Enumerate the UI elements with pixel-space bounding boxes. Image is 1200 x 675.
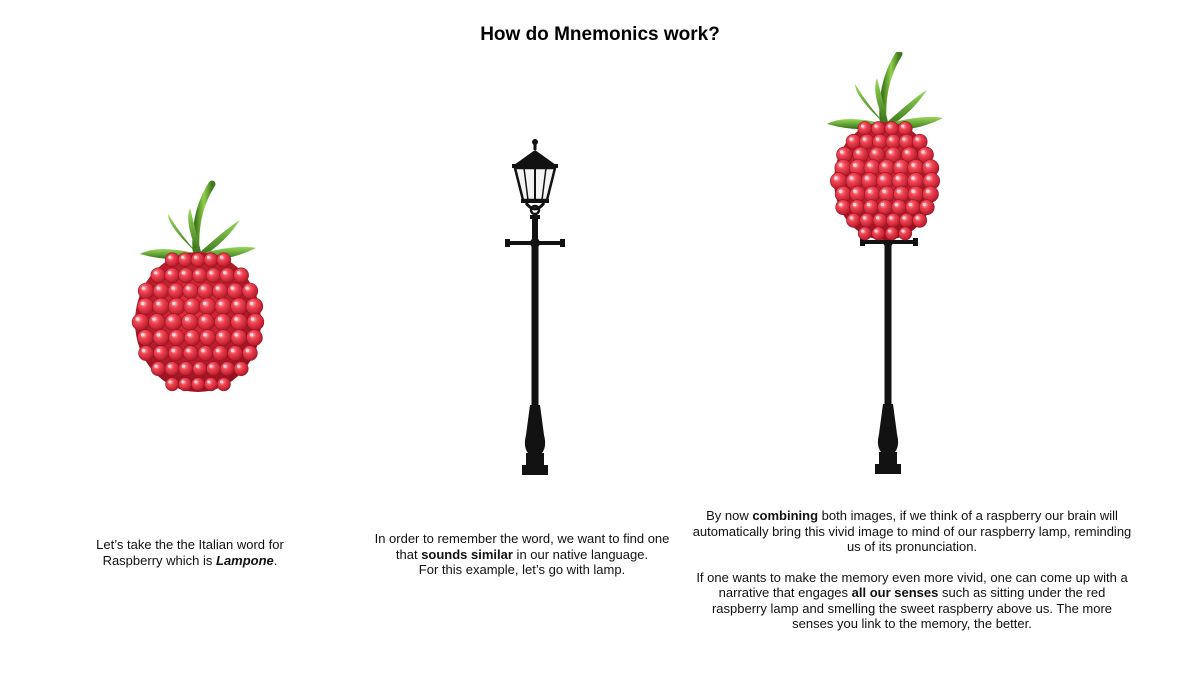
raspberry-icon — [130, 180, 270, 400]
emphasis-text: all our senses — [851, 585, 939, 600]
lamp-caption: In order to remember the word, we want t… — [362, 531, 682, 578]
slide-title: How do Mnemonics work? — [480, 24, 720, 45]
combined-paragraph-1: By now combining both images, if we thin… — [692, 508, 1132, 555]
caption-text: By now — [706, 508, 753, 523]
emphasis-text: sounds similar — [421, 546, 513, 562]
italian-word: Lampone — [216, 552, 274, 568]
caption-text: in our native language. — [512, 546, 649, 562]
combined-paragraph-2: If one wants to make the memory even mor… — [692, 570, 1132, 632]
caption-text: For this example, let’s go with lamp. — [418, 562, 626, 577]
caption-text: Raspberry which is — [102, 552, 216, 568]
street-lamp-icon — [500, 135, 570, 480]
caption-text: In order to remember the word, we want t… — [374, 531, 670, 546]
raspberry-lamp-icon — [825, 50, 945, 482]
emphasis-text: combining — [752, 508, 819, 523]
caption-text: that — [395, 546, 422, 562]
caption-text: . — [273, 552, 278, 568]
caption-text: Let’s take the the Italian word for — [96, 537, 284, 552]
combined-caption: By now combining both images, if we thin… — [692, 508, 1132, 632]
raspberry-caption: Let’s take the the Italian word for Rasp… — [60, 537, 320, 568]
